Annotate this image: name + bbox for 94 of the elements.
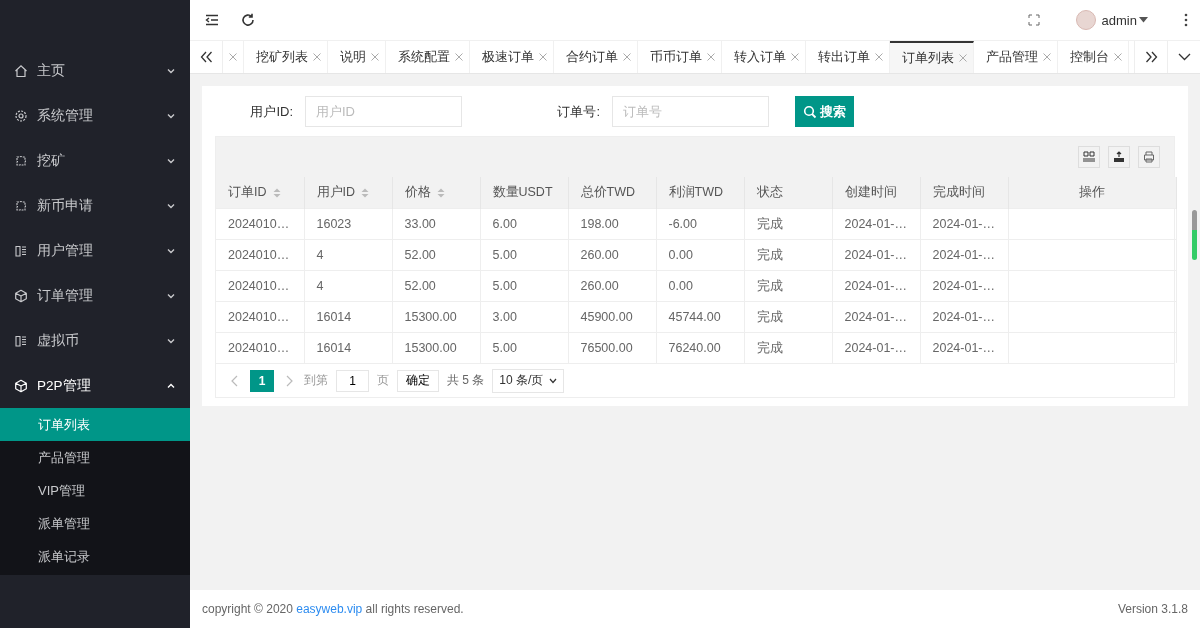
table-cell: 2024-01-… [920, 301, 1008, 333]
goto-label: 到第 [304, 372, 328, 389]
table-cell: 2024-01-… [920, 270, 1008, 302]
sidebar-item[interactable]: P2P管理 [0, 363, 190, 408]
table-cell: 4 [304, 239, 392, 271]
column-header[interactable]: 用户ID [304, 177, 392, 209]
table-cell: 76240.00 [656, 332, 744, 363]
copyright-text: copyright © 2020 easyweb.vip all rights reserved. [202, 602, 464, 616]
sidebar-item[interactable]: 新币申请 [0, 183, 190, 228]
column-header: 创建时间 [832, 177, 920, 209]
table-cell: 完成 [744, 332, 832, 363]
submenu-item[interactable]: 派单管理 [0, 507, 190, 540]
sidebar-item[interactable]: 用户管理 [0, 228, 190, 273]
table-cell: 2024-01-… [832, 239, 920, 271]
sidebar-item[interactable]: 挖矿 [0, 138, 190, 183]
table-cell: 4 [304, 270, 392, 302]
sidebar-item[interactable]: 虚拟币 [0, 318, 190, 363]
table-cell: 16014 [304, 301, 392, 333]
page-unit: 页 [377, 372, 389, 389]
table-cell: 2024-01-… [920, 239, 1008, 271]
tab[interactable]: 挖矿列表 [244, 41, 328, 73]
table-cell: 198.00 [568, 208, 656, 240]
table-cell: 2024-01-… [832, 332, 920, 363]
table-cell: 2024010… [216, 208, 304, 240]
table-cell: 2024010… [216, 239, 304, 271]
page-input[interactable]: 1 [336, 369, 369, 392]
table-cell: 15300.00 [392, 301, 480, 333]
table-cell: 完成 [744, 270, 832, 302]
table-cell: 0.00 [656, 239, 744, 271]
version-text: Version 3.1.8 [1117, 602, 1188, 616]
submenu-item[interactable]: 产品管理 [0, 441, 190, 474]
table-cell: 5.00 [480, 239, 568, 271]
submenu-item[interactable]: 派单记录 [0, 540, 190, 573]
column-header: 操作 [1008, 177, 1176, 209]
table-cell: 5.00 [480, 332, 568, 363]
field-label: 用户ID: [249, 102, 294, 121]
table-cell: 完成 [744, 208, 832, 240]
table-cell: 3.00 [480, 301, 568, 333]
page-button[interactable]: 1 [250, 369, 274, 392]
page-size-select[interactable]: 10 条/页 [492, 368, 565, 393]
search-field[interactable]: 用户ID [305, 96, 462, 127]
tab[interactable]: 订单列表 [890, 41, 974, 73]
submenu-item[interactable]: VIP管理 [0, 474, 190, 507]
column-header: 状态 [744, 177, 832, 209]
column-header: 总价TWD [568, 177, 656, 209]
table-cell: 76500.00 [568, 332, 656, 363]
table-cell: 2024-01-… [920, 332, 1008, 363]
table-cell: 45900.00 [568, 301, 656, 333]
table-cell: 52.00 [392, 270, 480, 302]
table-cell: 完成 [744, 239, 832, 271]
table-cell: 52.00 [392, 239, 480, 271]
sidebar-item[interactable]: 系统管理 [0, 93, 190, 138]
table-cell: 0.00 [656, 270, 744, 302]
table-cell: 33.00 [392, 208, 480, 240]
tab[interactable]: 合约订单 [554, 41, 638, 73]
sidebar-item[interactable]: 主页 [0, 48, 190, 93]
site-link[interactable]: easyweb.vip [296, 602, 363, 616]
table-cell: 2024010… [216, 270, 304, 302]
table-cell: 45744.00 [656, 301, 744, 333]
table-cell: 2024-01-… [832, 270, 920, 302]
table-cell: 260.00 [568, 270, 656, 302]
column-header: 数量USDT [480, 177, 568, 209]
confirm-button[interactable]: 确定 [397, 369, 439, 392]
column-header[interactable]: 订单ID [216, 177, 304, 209]
table-cell: 16014 [304, 332, 392, 363]
table-cell: -6.00 [656, 208, 744, 240]
tab[interactable]: 产品管理 [974, 41, 1058, 73]
table-cell: 完成 [744, 301, 832, 333]
table-cell: 16023 [304, 208, 392, 240]
table-cell: 2024-01-… [832, 208, 920, 240]
table-cell: 5.00 [480, 270, 568, 302]
table-cell: 15300.00 [392, 332, 480, 363]
total-count: 共 5 条 [447, 372, 485, 389]
table-cell: 2024010… [216, 332, 304, 363]
tab[interactable]: 转入订单 [722, 41, 806, 73]
table-cell: 2024010… [216, 301, 304, 333]
search-field[interactable]: 订单号 [612, 96, 769, 127]
tab[interactable]: 系统配置 [386, 41, 470, 73]
tab[interactable]: 控制台 [1058, 41, 1129, 73]
sidebar-item[interactable]: 订单管理 [0, 273, 190, 318]
tab[interactable]: 极速订单 [470, 41, 554, 73]
tab[interactable]: 说明 [328, 41, 386, 73]
column-header: 利润TWD [656, 177, 744, 209]
column-header: 完成时间 [920, 177, 1008, 209]
table-cell: 2024-01-… [832, 301, 920, 333]
column-header[interactable]: 价格 [392, 177, 480, 209]
search-button[interactable]: 搜索 [795, 96, 854, 127]
table-cell: 260.00 [568, 239, 656, 271]
user-menu[interactable]: admin [1101, 12, 1148, 28]
table-cell: 2024-01-… [920, 208, 1008, 240]
tab[interactable]: 币币订单 [638, 41, 722, 73]
table-cell: 6.00 [480, 208, 568, 240]
submenu-item[interactable]: 订单列表 [0, 408, 190, 441]
field-label: 订单号: [556, 102, 601, 121]
